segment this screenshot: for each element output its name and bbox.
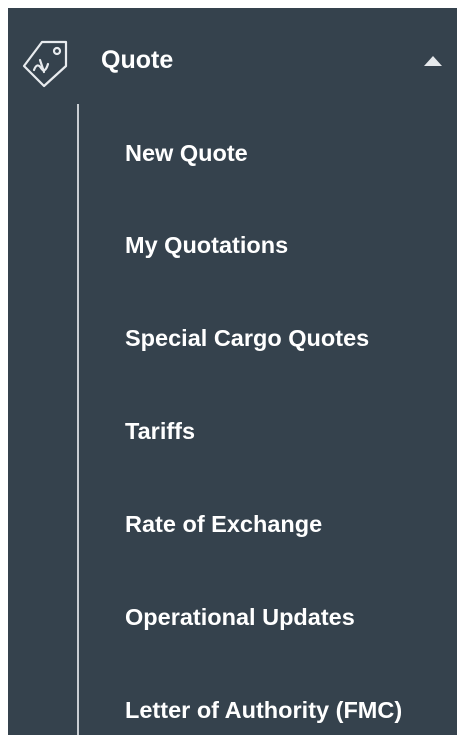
submenu-item-letter-of-authority[interactable]: Letter of Authority (FMC) [125, 695, 402, 725]
submenu-tree-line [77, 104, 79, 735]
menu-title: Quote [101, 46, 174, 74]
sidebar-panel: Quote New Quote My Quotations Special Ca… [8, 8, 457, 735]
price-tag-icon [22, 38, 72, 88]
submenu-item-new-quote[interactable]: New Quote [125, 138, 248, 168]
submenu-item-rate-of-exchange[interactable]: Rate of Exchange [125, 509, 322, 539]
caret-up-icon[interactable] [424, 56, 442, 66]
submenu-item-special-cargo-quotes[interactable]: Special Cargo Quotes [125, 323, 369, 353]
submenu-item-tariffs[interactable]: Tariffs [125, 416, 195, 446]
quote-menu-toggle[interactable]: Quote [8, 8, 457, 112]
submenu-item-operational-updates[interactable]: Operational Updates [125, 602, 355, 632]
submenu-item-my-quotations[interactable]: My Quotations [125, 230, 288, 260]
